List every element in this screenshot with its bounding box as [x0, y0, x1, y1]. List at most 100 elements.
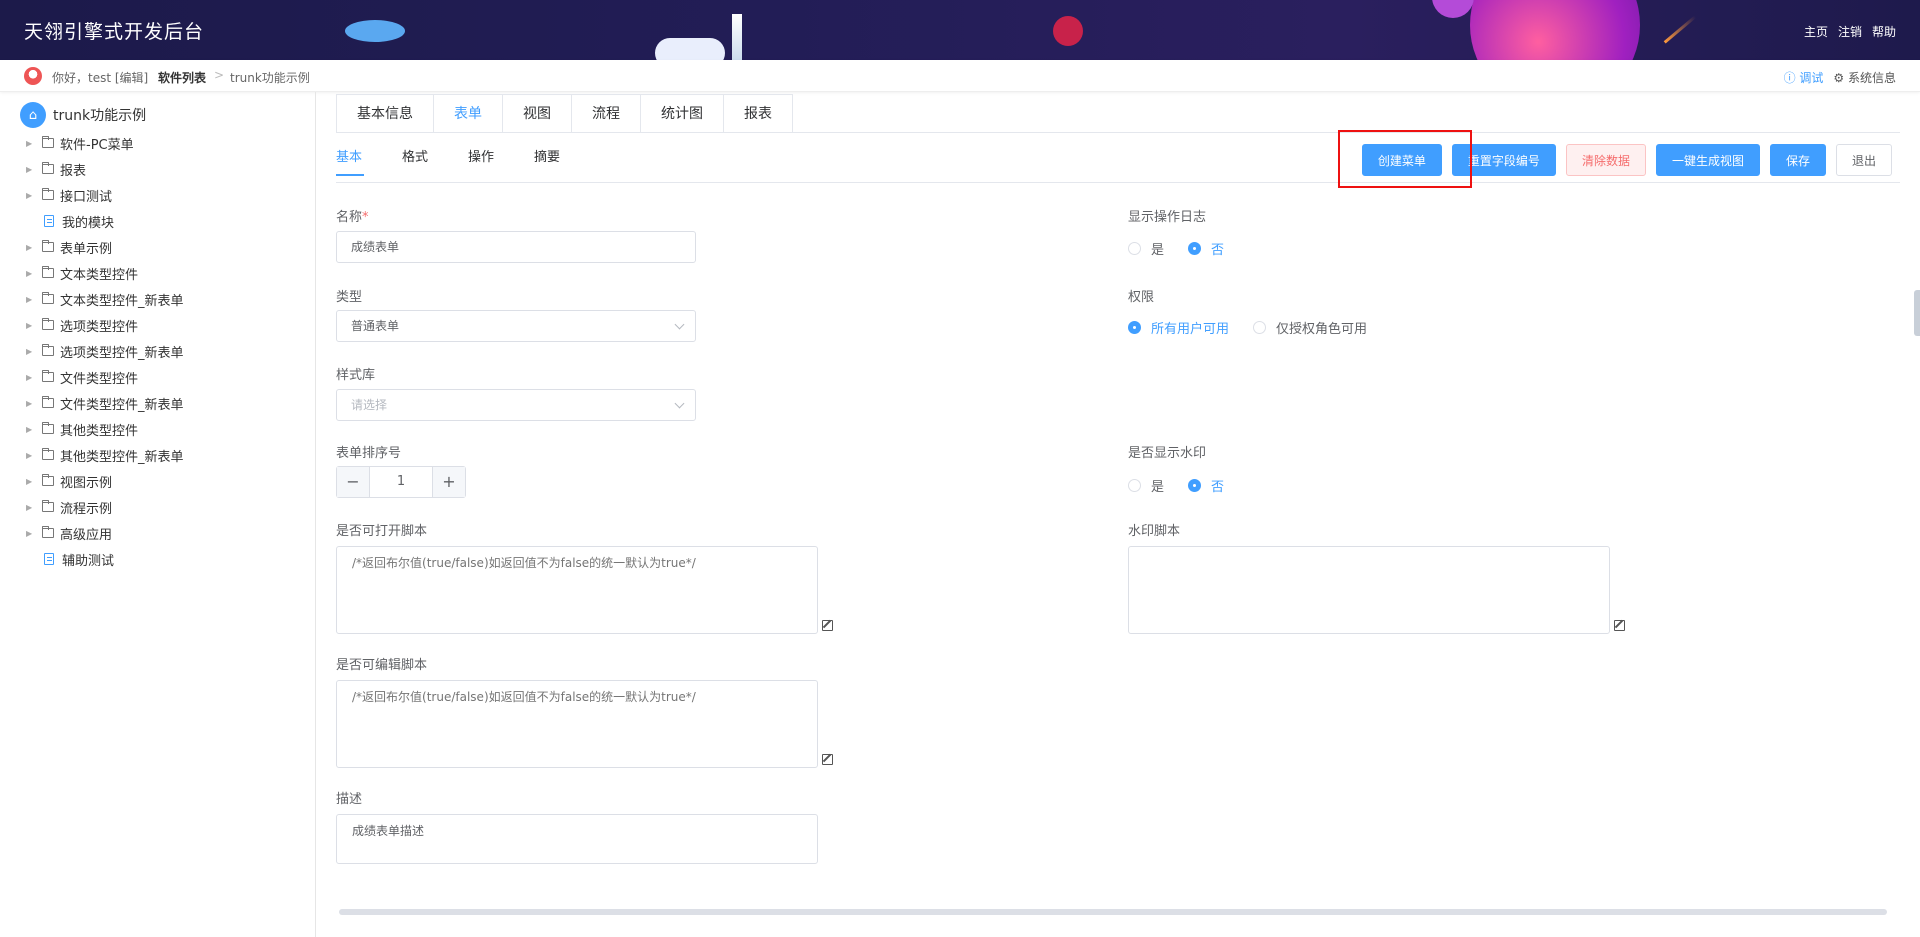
save-button[interactable]: 保存	[1769, 144, 1826, 176]
increment-button[interactable]: +	[433, 467, 465, 497]
main-panel: 基本信息 表单 视图 流程 统计图 报表 基本 格式 操作 摘要 创建菜单 重置字段编号 清除数…	[336, 92, 1900, 937]
name-input[interactable]: 成绩表单	[336, 231, 696, 263]
tree-root[interactable]: ⌂ trunk功能示例	[20, 102, 146, 128]
debug-link[interactable]: ⓘ 调试	[1784, 69, 1824, 86]
tree-item[interactable]: ▶ 流程示例	[26, 494, 306, 520]
breadcrumb-separator: >	[214, 68, 225, 82]
reset-field-number-button[interactable]: 重置字段编号	[1451, 144, 1556, 176]
home-link[interactable]: 主页	[1804, 23, 1828, 40]
type-select[interactable]: 普通表单	[336, 310, 696, 342]
tree-item[interactable]: ▶ 选项类型控件	[26, 312, 306, 338]
caret-right-icon: ▶	[26, 476, 33, 486]
debug-label: 调试	[1799, 71, 1824, 85]
create-menu-button[interactable]: 创建菜单	[1361, 144, 1442, 176]
show-log-no-radio[interactable]: 否	[1188, 239, 1224, 258]
permission-all-users-radio[interactable]: 所有用户可用	[1128, 318, 1229, 337]
edit-icon[interactable]	[822, 754, 833, 765]
open-script-textarea[interactable]	[336, 546, 818, 634]
radio-circle	[1188, 479, 1202, 492]
open-script-label: 是否可打开脚本	[336, 524, 428, 539]
user-greeting[interactable]: 你好，test [编辑]	[52, 69, 148, 86]
help-link[interactable]: 帮助	[1872, 23, 1896, 40]
watermark-label: 是否显示水印	[1128, 446, 1207, 461]
tree-item[interactable]: ▶ 文件类型控件_新表单	[26, 390, 306, 416]
type-label: 类型	[336, 290, 363, 305]
radio-label: 否	[1211, 243, 1225, 258]
watermark-script-textarea[interactable]	[1128, 546, 1610, 634]
permission-authorized-roles-radio[interactable]: 仅授权角色可用	[1253, 318, 1367, 337]
watermark-no-radio[interactable]: 否	[1188, 476, 1224, 495]
tree-item[interactable]: ▶ 选项类型控件_新表单	[26, 338, 306, 364]
tree-item-label: 我的模块	[62, 215, 115, 231]
breadcrumb: 你好，test [编辑] 软件列表 > trunk功能示例 ⓘ 调试 ⚙ 系统信…	[0, 60, 1920, 92]
edit-icon[interactable]	[1614, 620, 1625, 631]
show-log-yes-radio[interactable]: 是	[1128, 239, 1164, 258]
tree-item[interactable]: 辅助测试	[26, 546, 306, 572]
tree-item-label: 接口测试	[60, 189, 113, 205]
app-title: 天翎引擎式开发后台	[24, 21, 205, 43]
caret-right-icon: ▶	[26, 320, 33, 330]
description-textarea[interactable]: 成绩表单描述	[336, 814, 818, 864]
sub-tab[interactable]: 操作	[468, 142, 494, 174]
breadcrumb-current: trunk功能示例	[230, 71, 310, 85]
tree-item[interactable]: ▶ 文本类型控件_新表单	[26, 286, 306, 312]
tree-item-label: 文本类型控件_新表单	[60, 293, 184, 309]
sub-tab[interactable]: 基本	[336, 142, 365, 176]
top-tab[interactable]: 表单	[434, 95, 503, 133]
tree-item[interactable]: ▶ 其他类型控件	[26, 416, 306, 442]
horizontal-scrollbar[interactable]	[339, 909, 1887, 915]
system-info-label: 系统信息	[1847, 71, 1896, 85]
radio-circle	[1128, 321, 1141, 334]
tree-item-label: 软件-PC菜单	[60, 137, 134, 153]
exit-button[interactable]: 退出	[1835, 144, 1892, 176]
radio-circle	[1128, 242, 1141, 255]
tree-item-label: 报表	[60, 163, 87, 179]
folder-icon	[42, 500, 54, 512]
tree-item[interactable]: ▶ 文本类型控件	[26, 260, 306, 286]
top-tab[interactable]: 基本信息	[337, 95, 434, 133]
edit-script-textarea[interactable]	[336, 680, 818, 768]
sub-tab[interactable]: 摘要	[534, 142, 560, 174]
tree-item[interactable]: ▶ 文件类型控件	[26, 364, 306, 390]
folder-icon	[42, 292, 54, 304]
avatar[interactable]	[24, 67, 42, 85]
top-tabs: 基本信息 表单 视图 流程 统计图 报表	[336, 94, 793, 133]
tree-item[interactable]: ▶ 报表	[26, 156, 306, 182]
generate-view-button[interactable]: 一键生成视图	[1655, 144, 1760, 176]
tree-item[interactable]: ▶ 软件-PC菜单	[26, 130, 306, 156]
tree-item[interactable]: ▶ 视图示例	[26, 468, 306, 494]
caret-right-icon: ▶	[26, 294, 33, 304]
caret-right-icon: ▶	[26, 424, 33, 434]
radio-label: 是	[1151, 243, 1165, 258]
permission-label: 权限	[1128, 290, 1155, 305]
tree-item[interactable]: 我的模块	[26, 208, 306, 234]
logout-link[interactable]: 注销	[1838, 23, 1862, 40]
radio-circle	[1188, 242, 1202, 255]
clear-data-button[interactable]: 清除数据	[1565, 144, 1646, 176]
top-tab[interactable]: 视图	[503, 95, 572, 133]
sub-tab[interactable]: 格式	[402, 142, 428, 174]
top-tab[interactable]: 流程	[572, 95, 641, 133]
edit-icon[interactable]	[822, 620, 833, 631]
radio-label: 是	[1151, 480, 1165, 495]
tree-item[interactable]: ▶ 其他类型控件_新表单	[26, 442, 306, 468]
top-tab[interactable]: 统计图	[641, 95, 724, 133]
top-tab[interactable]: 报表	[724, 95, 792, 133]
style-select[interactable]: 请选择	[336, 389, 696, 421]
tree-item[interactable]: ▶ 高级应用	[26, 520, 306, 546]
folder-icon	[42, 240, 54, 252]
side-panel-handle[interactable]	[1914, 290, 1920, 336]
caret-right-icon: ▶	[26, 502, 33, 512]
system-info-link[interactable]: ⚙ 系统信息	[1833, 69, 1896, 86]
tree-item[interactable]: ▶ 接口测试	[26, 182, 306, 208]
tree-item[interactable]: ▶ 表单示例	[26, 234, 306, 260]
sub-tabs-divider	[336, 182, 1900, 183]
folder-icon	[42, 474, 54, 486]
watermark-yes-radio[interactable]: 是	[1128, 476, 1164, 495]
document-icon	[44, 553, 54, 565]
order-value[interactable]: 1	[369, 467, 433, 497]
decrement-button[interactable]: −	[337, 467, 369, 497]
style-label: 样式库	[336, 368, 376, 383]
breadcrumb-software-list[interactable]: 软件列表	[158, 69, 206, 86]
folder-icon	[42, 396, 54, 408]
